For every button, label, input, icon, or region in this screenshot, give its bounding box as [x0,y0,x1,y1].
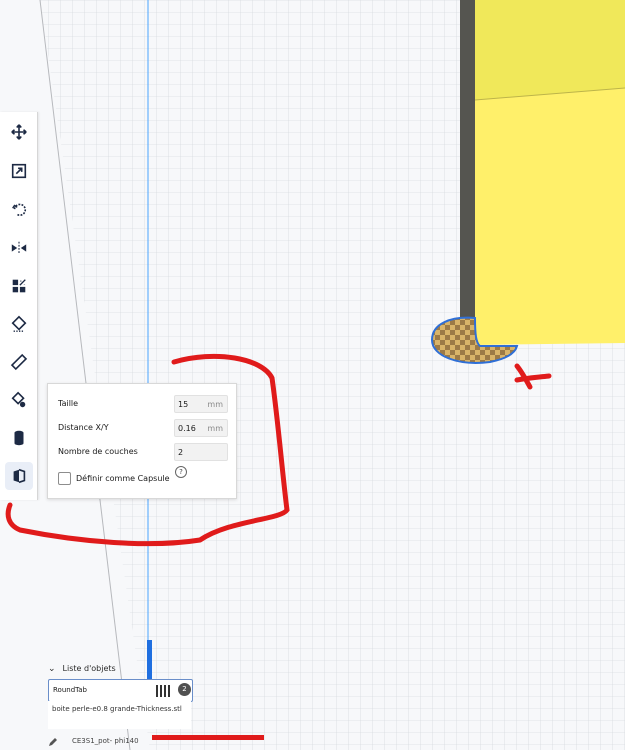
cylinder-icon [14,430,24,446]
object-name: RoundTab [53,686,87,694]
size-field[interactable]: 15 mm [174,395,228,413]
rotate-icon [12,203,27,216]
object-count-badge: 2 [178,683,191,696]
job-name: CE3S1_pot- phi140 [72,737,139,745]
capsule-label: Définir comme Capsule [76,474,170,483]
tool-sidebar [0,112,38,500]
tab-settings-panel: Taille 15 mm Distance X/Y 0.16 mm Nombre… [47,383,237,499]
paint-tool[interactable] [5,386,33,414]
model-front-face [475,88,625,345]
move-icon [11,124,27,140]
cylinder-tool[interactable] [5,424,33,452]
layer-count-field[interactable]: 2 [174,443,228,461]
move-tool[interactable] [5,118,33,146]
extruder-bars-icon [156,685,170,697]
mirror-icon [11,241,27,255]
object-list-title: Liste d'objets [62,664,116,673]
paint-icon [11,391,26,408]
per-model-settings-tool[interactable] [5,272,33,300]
support-blocker-tool[interactable] [5,310,33,338]
xy-distance-value: 0.16 [178,424,196,433]
support-blocker-icon [11,315,27,332]
measure-tool[interactable] [5,348,33,376]
layer-count-value: 2 [178,448,184,457]
pencil-icon[interactable] [48,737,58,747]
capsule-checkbox[interactable] [58,472,71,485]
ruler-icon [10,353,28,371]
size-label: Taille [58,399,79,408]
scale-icon [11,163,27,179]
per-model-settings-icon [12,279,26,293]
xy-distance-label: Distance X/Y [58,423,109,432]
xy-distance-field[interactable]: 0.16 mm [174,419,228,437]
object-file-item[interactable]: boite perle-e0.8 grande-Thickness.stl [48,701,191,729]
mirror-tool[interactable] [5,234,33,262]
tab-anti-warping-tool[interactable] [5,462,33,490]
size-unit: mm [207,400,223,409]
tab-icon [13,468,26,484]
xy-distance-unit: mm [207,424,223,433]
object-list-selected-item[interactable]: RoundTab 2 [48,679,193,702]
model-top-face [475,0,625,100]
x-axis-bar [152,735,264,740]
help-icon[interactable]: ? [175,466,187,478]
size-value: 15 [178,400,189,409]
object-list-toggle[interactable]: ⌄ Liste d'objets [48,664,116,674]
scale-tool[interactable] [5,157,33,185]
layer-count-label: Nombre de couches [58,447,138,456]
model-dark-side [460,0,475,345]
3d-viewport[interactable] [0,0,625,750]
rotate-tool[interactable] [5,196,33,224]
chevron-down-icon: ⌄ [48,664,56,674]
